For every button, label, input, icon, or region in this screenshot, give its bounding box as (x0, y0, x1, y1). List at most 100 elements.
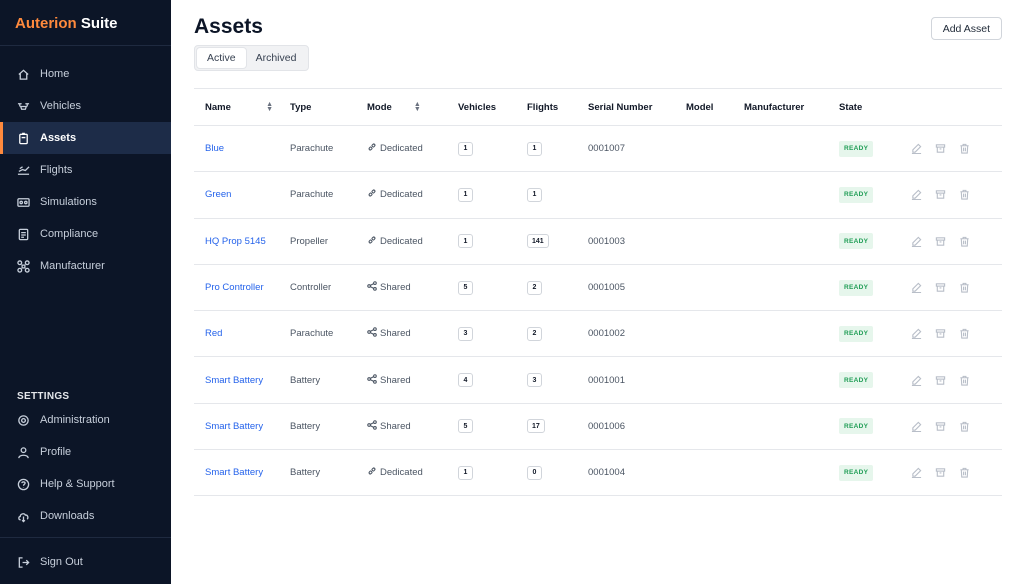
sidebar-item-profile[interactable]: Profile (0, 436, 171, 468)
row-actions (911, 467, 970, 479)
cell-flights: 141 (527, 234, 588, 249)
flights-count[interactable]: 2 (527, 280, 542, 295)
sort-icon[interactable]: ▲ ▼ (414, 101, 421, 113)
header-flights: Flights (527, 101, 559, 113)
cell-type: Propeller (290, 235, 329, 247)
sidebar-item-compliance[interactable]: Compliance (0, 218, 171, 250)
trash-icon[interactable] (959, 328, 970, 339)
link-icon (368, 143, 376, 151)
edit-icon[interactable] (911, 143, 922, 155)
cell-serial-number: 0001002 (588, 328, 625, 340)
sidebar-item-simulations[interactable]: Simulations (0, 186, 171, 218)
edit-icon[interactable] (911, 467, 922, 479)
edit-icon[interactable] (911, 328, 922, 340)
vehicles-count[interactable]: 4 (458, 373, 473, 388)
status-badge: READY (839, 233, 874, 250)
vehicles-count[interactable]: 5 (458, 419, 473, 434)
cell-type: Controller (290, 282, 332, 294)
edit-icon[interactable] (911, 282, 922, 294)
main-content: Assets Add Asset Active Archived Name ▲ ▼… (171, 0, 1024, 584)
asset-name-link[interactable]: Blue (205, 143, 224, 154)
edit-icon[interactable] (911, 189, 922, 201)
sidebar-item-flights[interactable]: Flights (0, 154, 171, 186)
flights-count[interactable]: 1 (527, 141, 542, 156)
flights-count[interactable]: 0 (527, 465, 542, 480)
trash-icon[interactable] (959, 143, 970, 154)
archive-icon[interactable] (935, 189, 946, 200)
table-row: HQ Prop 5145 Propeller Dedicated 1 141 0… (194, 219, 1002, 265)
edit-icon[interactable] (911, 236, 922, 247)
edit-icon[interactable] (911, 375, 922, 386)
vehicles-count[interactable]: 1 (458, 141, 473, 156)
header-vehicles: Vehicles (458, 101, 497, 113)
archive-icon[interactable] (935, 328, 946, 339)
trash-icon[interactable] (959, 189, 970, 201)
flights-count[interactable]: 1 (527, 187, 542, 202)
tab-active[interactable]: Active (197, 48, 246, 68)
asset-name-link[interactable]: HQ Prop 5145 (205, 236, 266, 247)
vehicles-count[interactable]: 1 (458, 234, 473, 249)
trash-icon[interactable] (959, 282, 970, 293)
cell-serial-number: 0001003 (588, 235, 625, 247)
archive-icon[interactable] (935, 421, 946, 432)
mode-label: Dedicated (380, 467, 423, 479)
vehicles-count[interactable]: 1 (458, 465, 473, 480)
cell-name: Smart Battery (194, 421, 290, 432)
sidebar-item-manufacturer[interactable]: Manufacturer (0, 250, 171, 282)
sidebar-item-label: Administration (40, 414, 110, 426)
cell-vehicles: 1 (458, 187, 527, 202)
cell-actions (911, 282, 1002, 294)
sign-out-button[interactable]: Sign Out (0, 546, 171, 578)
sidebar-item-vehicles[interactable]: Vehicles (0, 90, 171, 122)
asset-name-link[interactable]: Smart Battery (205, 421, 263, 432)
archive-icon[interactable] (935, 143, 946, 154)
sidebar-item-administration[interactable]: Administration (0, 404, 171, 436)
sidebar-item-home[interactable]: Home (0, 58, 171, 90)
cell-vehicles: 1 (458, 465, 527, 480)
header-name[interactable]: Name ▲ ▼ (194, 101, 290, 113)
trash-icon[interactable] (959, 421, 970, 432)
cell-actions (911, 189, 1002, 201)
flights-count[interactable]: 17 (527, 419, 545, 434)
trash-icon[interactable] (959, 467, 970, 478)
vehicles-count[interactable]: 3 (458, 326, 473, 341)
cell-name: Pro Controller (194, 282, 290, 293)
asset-name-link[interactable]: Smart Battery (205, 375, 263, 386)
edit-icon[interactable] (911, 421, 922, 432)
add-asset-button[interactable]: Add Asset (930, 17, 1002, 40)
tab-archived[interactable]: Archived (246, 48, 307, 68)
archive-icon[interactable] (935, 236, 946, 247)
cell-type: Parachute (290, 328, 334, 340)
cell-serial-number: 0001006 (588, 420, 625, 432)
status-badge: READY (839, 418, 874, 435)
header-mode[interactable]: Mode ▲ ▼ (367, 101, 458, 113)
trash-icon[interactable] (959, 375, 970, 386)
flights-count[interactable]: 3 (527, 373, 542, 388)
cell-type: Parachute (290, 189, 334, 201)
sidebar-item-assets[interactable]: Assets (0, 122, 171, 154)
assets-table: Name ▲ ▼ Type Mode ▲ ▼ Vehicles Flights Se… (194, 88, 1002, 497)
asset-name-link[interactable]: Smart Battery (205, 467, 263, 478)
cell-flights: 0 (527, 465, 588, 480)
sidebar-item-help-support[interactable]: Help & Support (0, 468, 171, 500)
mode-label: Shared (380, 420, 411, 432)
sidebar-item-downloads[interactable]: Downloads (0, 500, 171, 532)
drone-icon (17, 102, 30, 110)
table-row: Blue Parachute Dedicated 1 1 0001007 REA… (194, 126, 1002, 173)
cell-type: Battery (290, 467, 321, 479)
archive-icon[interactable] (935, 375, 946, 386)
asset-name-link[interactable]: Green (205, 189, 231, 200)
trash-icon[interactable] (959, 236, 970, 247)
archive-icon[interactable] (935, 282, 946, 293)
flights-count[interactable]: 2 (527, 326, 542, 341)
archive-icon[interactable] (935, 467, 946, 478)
asset-name-link[interactable]: Red (205, 328, 222, 339)
status-badge: READY (839, 279, 874, 296)
flights-count[interactable]: 141 (527, 234, 549, 249)
sort-icon[interactable]: ▲ ▼ (266, 101, 273, 113)
vehicles-count[interactable]: 1 (458, 187, 473, 202)
asset-name-link[interactable]: Pro Controller (205, 282, 264, 293)
sidebar-item-label: Compliance (40, 228, 99, 240)
brand-logo[interactable]: Auterion Suite (0, 0, 171, 46)
vehicles-count[interactable]: 5 (458, 280, 473, 295)
